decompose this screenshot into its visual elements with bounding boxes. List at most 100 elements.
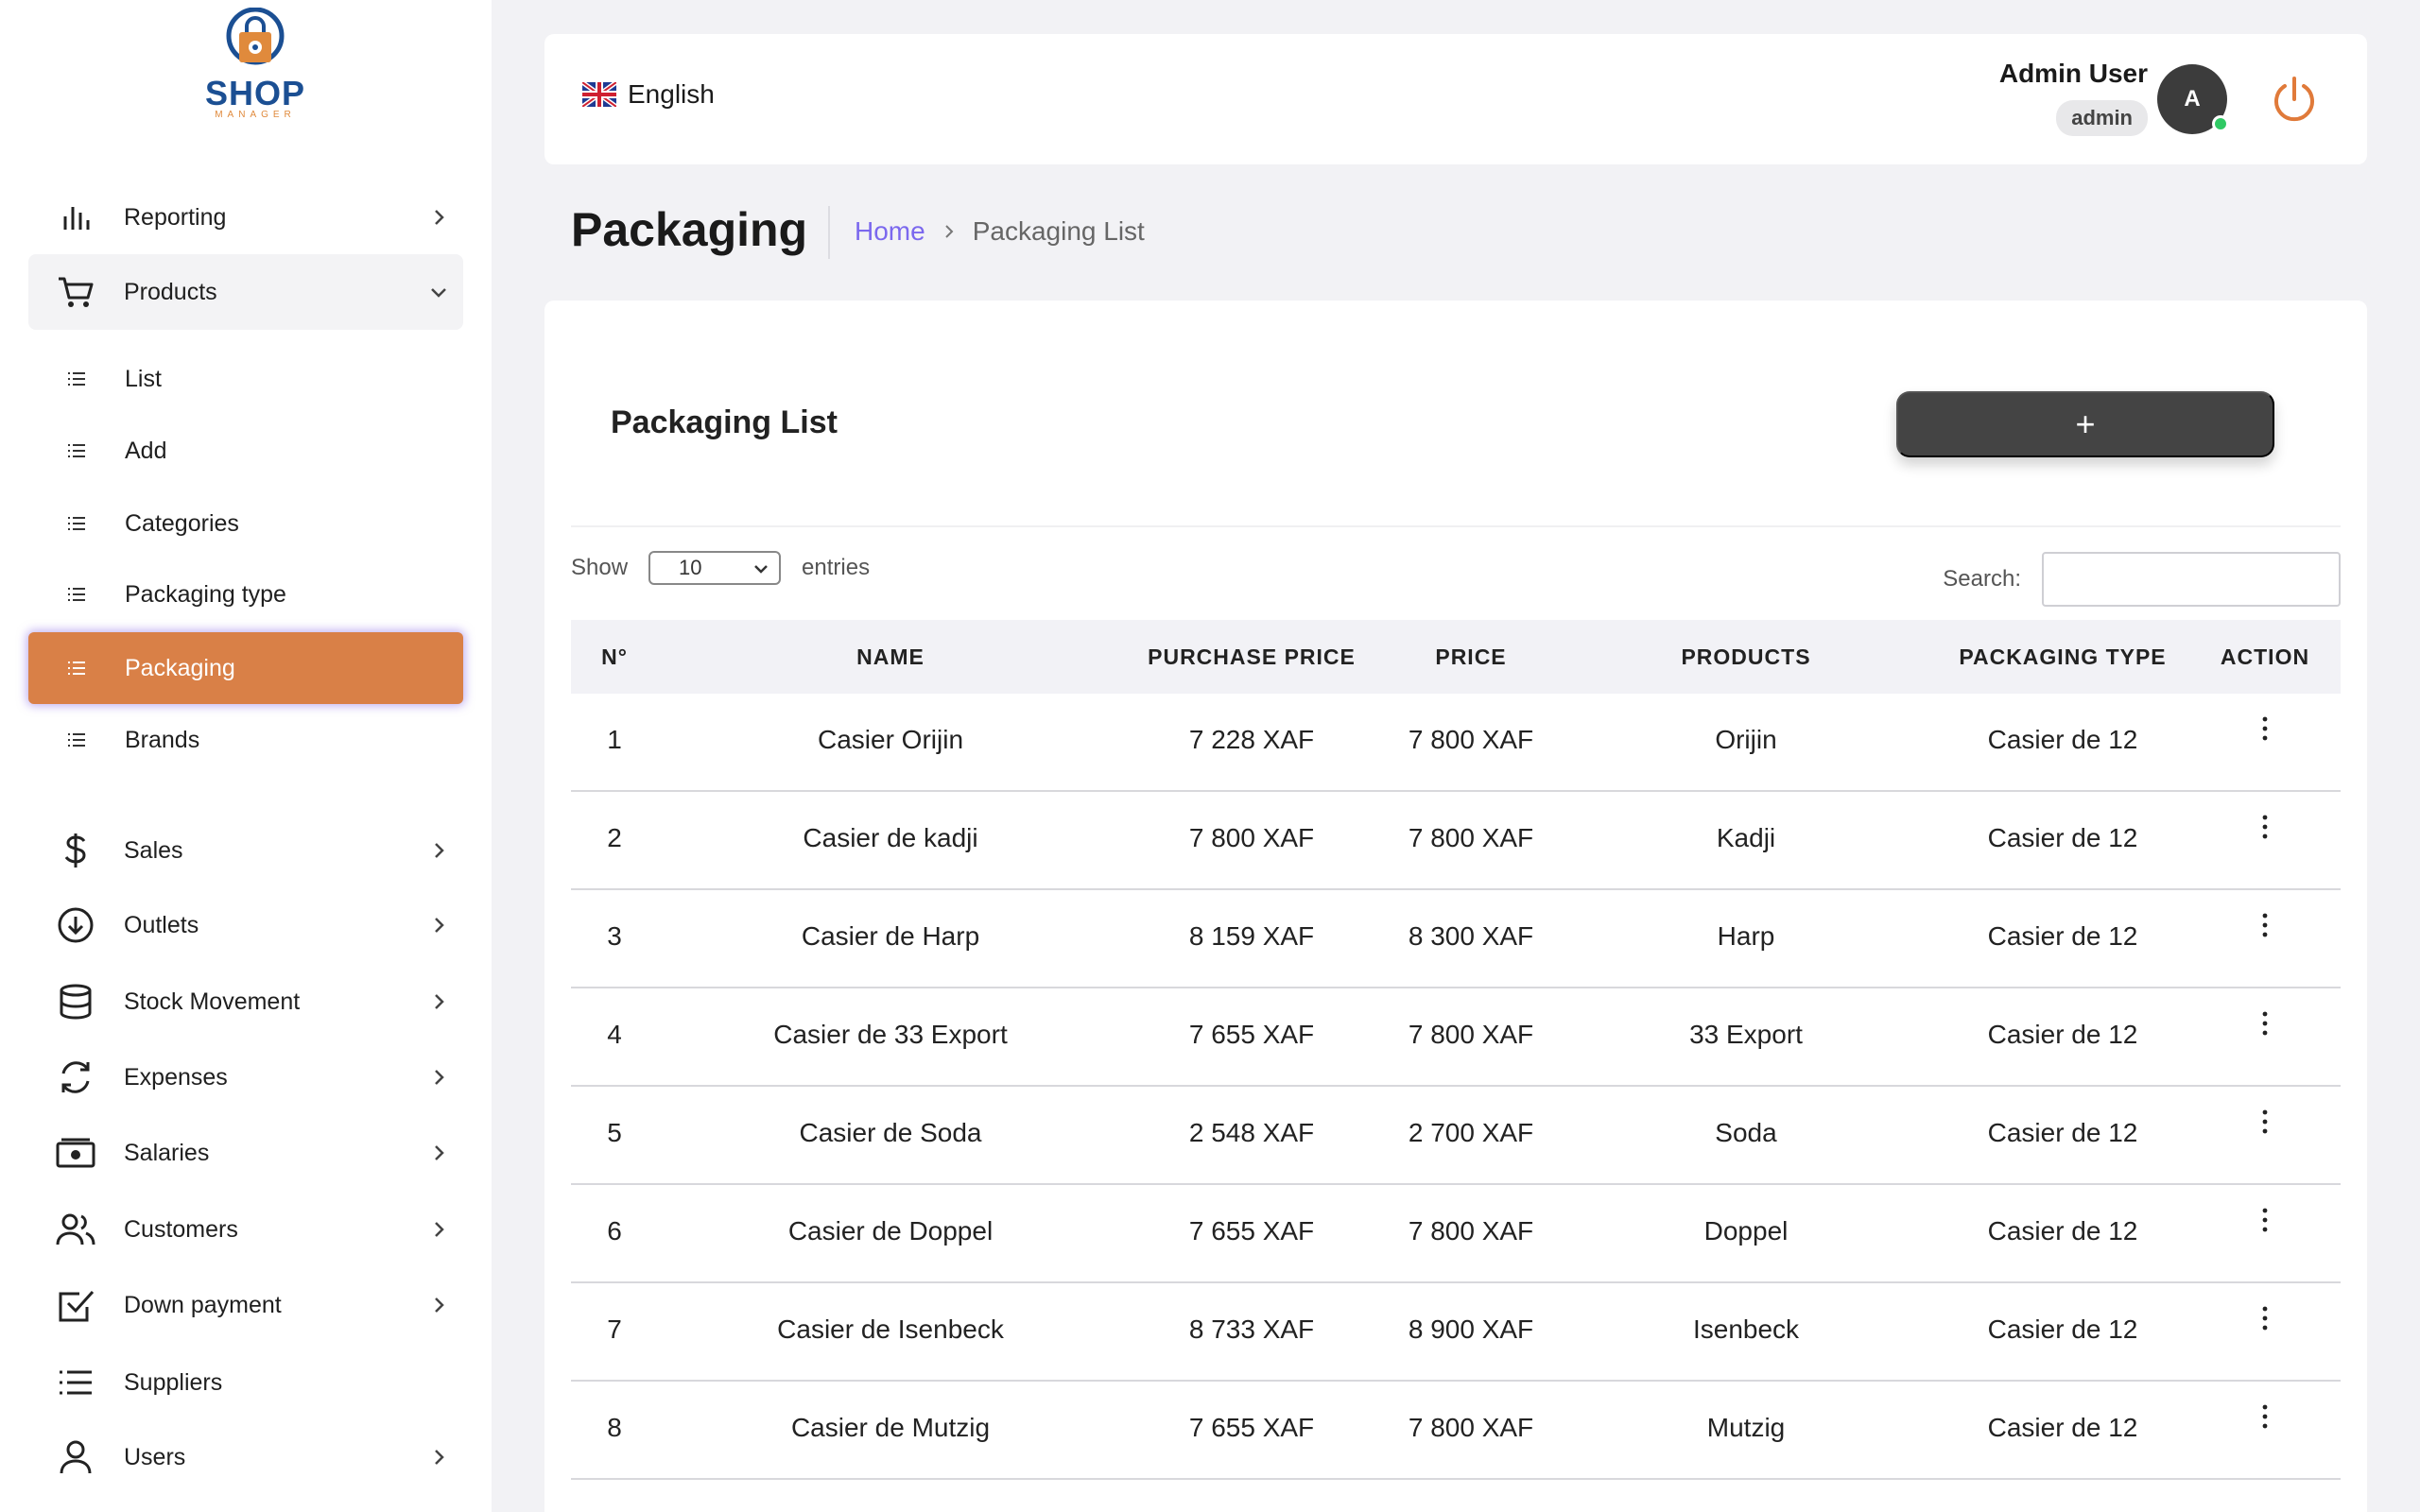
- cell-name: Casier de kadji: [803, 823, 978, 852]
- cell-products: 33 Export: [1689, 1020, 1803, 1049]
- database-icon: [55, 981, 96, 1022]
- column-header-purchase-price[interactable]: PURCHASE PRICE: [1148, 644, 1356, 670]
- sidebar-item-users[interactable]: Users: [28, 1419, 463, 1495]
- more-options-icon[interactable]: [2261, 1108, 2269, 1136]
- dollar-icon: [55, 830, 96, 871]
- power-icon[interactable]: [2269, 74, 2320, 125]
- user-role-badge: admin: [2056, 100, 2148, 136]
- breadcrumb: Home Packaging List: [855, 216, 1145, 247]
- list-icon: [68, 733, 85, 747]
- sidebar-item-label: Expenses: [124, 1063, 228, 1091]
- cell-price: 7 800 XAF: [1408, 1216, 1534, 1246]
- column-header-packaging-type[interactable]: PACKAGING TYPE: [1959, 644, 2166, 670]
- sidebar-item-stock-movement[interactable]: Stock Movement: [28, 964, 463, 1040]
- language-label: English: [628, 79, 715, 109]
- cell-price: 8 300 XAF: [1408, 921, 1534, 951]
- sidebar: SHOP MANAGER Reporting Products List Add…: [0, 0, 492, 1512]
- cell-number: 7: [607, 1314, 622, 1344]
- cell-packaging-type: Casier de 12: [1987, 1216, 2138, 1246]
- chevron-right-icon: [944, 225, 954, 238]
- add-packaging-button[interactable]: +: [1896, 391, 2274, 457]
- breadcrumb-home-link[interactable]: Home: [855, 216, 925, 247]
- sidebar-item-label: Sales: [124, 836, 183, 864]
- cell-number: 1: [607, 725, 622, 754]
- cell-number: 3: [607, 921, 622, 951]
- chevron-right-icon: [435, 918, 444, 933]
- packaging-table: N° NAME PURCHASE PRICE PRICE PRODUCTS PA…: [571, 620, 2341, 1480]
- avatar[interactable]: A: [2157, 64, 2229, 134]
- search-input[interactable]: [2042, 552, 2341, 607]
- table-row[interactable]: 3 Casier de Harp 8 159 XAF 8 300 XAF Harp Cas…: [571, 890, 2341, 988]
- sidebar-item-salaries[interactable]: Salaries: [28, 1115, 463, 1191]
- cell-packaging-type: Casier de 12: [1987, 1413, 2138, 1442]
- show-label: Show: [571, 555, 629, 580]
- sidebar-item-outlets[interactable]: Outlets: [28, 887, 463, 963]
- chevron-right-icon: [435, 1145, 444, 1160]
- sidebar-item-products[interactable]: Products: [28, 254, 463, 330]
- cell-products: Kadji: [1716, 823, 1776, 852]
- cell-packaging-type: Casier de 12: [1987, 1314, 2138, 1344]
- users-icon: [55, 1209, 96, 1250]
- sidebar-item-reporting[interactable]: Reporting: [28, 180, 463, 255]
- sidebar-item-label: Products: [124, 278, 217, 305]
- cell-number: 8: [607, 1413, 622, 1442]
- sidebar-subitem-list[interactable]: List: [28, 343, 463, 415]
- sidebar-item-sales[interactable]: Sales: [28, 813, 463, 888]
- table-row[interactable]: 8 Casier de Mutzig 7 655 XAF 7 800 XAF Mutzi…: [571, 1382, 2341, 1480]
- bar-chart-icon: [55, 197, 96, 238]
- card-divider: [571, 525, 2341, 527]
- column-header-action: ACTION: [2220, 644, 2310, 669]
- column-header-name[interactable]: NAME: [856, 644, 925, 670]
- sidebar-subitem-label: List: [125, 365, 162, 392]
- cell-packaging-type: Casier de 12: [1987, 1020, 2138, 1049]
- sidebar-subitem-packaging[interactable]: Packaging: [28, 632, 463, 704]
- chevron-down-icon: [754, 565, 768, 574]
- logo-text: SHOP: [204, 74, 306, 112]
- table-row[interactable]: 5 Casier de Soda 2 548 XAF 2 700 XAF Soda Cas…: [571, 1087, 2341, 1185]
- sidebar-item-label: Stock Movement: [124, 988, 301, 1015]
- more-options-icon[interactable]: [2261, 1009, 2269, 1038]
- shop-logo[interactable]: SHOP MANAGER: [199, 8, 312, 121]
- table-row[interactable]: 2 Casier de kadji 7 800 XAF 7 800 XAF Kadji C…: [571, 792, 2341, 890]
- table-row[interactable]: 1 Casier Orijin 7 228 XAF 7 800 XAF Orijin Ca…: [571, 694, 2341, 792]
- sidebar-subitem-brands[interactable]: Brands: [28, 704, 463, 776]
- sidebar-subitem-packaging-type[interactable]: Packaging type: [28, 558, 463, 630]
- more-options-icon[interactable]: [2261, 911, 2269, 939]
- more-options-icon[interactable]: [2261, 1402, 2269, 1431]
- sidebar-subitem-add[interactable]: Add: [28, 415, 463, 487]
- table-row[interactable]: 4 Casier de 33 Export 7 655 XAF 7 800 XAF 33…: [571, 988, 2341, 1087]
- more-options-icon[interactable]: [2261, 1206, 2269, 1234]
- entries-select[interactable]: 10: [648, 551, 782, 585]
- table-row[interactable]: 6 Casier de Doppel 7 655 XAF 7 800 XAF Doppe…: [571, 1185, 2341, 1283]
- more-options-icon[interactable]: [2261, 813, 2269, 841]
- sidebar-subitem-label: Packaging: [125, 654, 235, 681]
- chevron-right-icon: [435, 1450, 444, 1465]
- sidebar-item-suppliers[interactable]: Suppliers: [28, 1345, 463, 1420]
- more-options-icon[interactable]: [2261, 1304, 2269, 1332]
- list-icon: [68, 372, 85, 386]
- cash-icon: [55, 1132, 96, 1174]
- column-header-number[interactable]: N°: [601, 644, 628, 670]
- cell-price: 2 700 XAF: [1408, 1118, 1534, 1147]
- sidebar-item-expenses[interactable]: Expenses: [28, 1040, 463, 1115]
- sidebar-item-customers[interactable]: Customers: [28, 1192, 463, 1267]
- packaging-list-card: Packaging List + Show 10 entries Search:…: [544, 301, 2367, 1512]
- language-selector[interactable]: English: [582, 79, 715, 110]
- show-entries-control: Show 10 entries: [571, 551, 870, 585]
- title-divider: [828, 206, 830, 259]
- column-header-price[interactable]: PRICE: [1435, 644, 1506, 670]
- cell-products: Harp: [1717, 921, 1775, 951]
- sidebar-subitem-categories[interactable]: Categories: [28, 488, 463, 559]
- search-control: Search:: [1943, 552, 2341, 607]
- sidebar-item-label: Customers: [124, 1215, 238, 1243]
- chevron-down-icon: [431, 288, 446, 298]
- column-header-products[interactable]: PRODUCTS: [1681, 644, 1810, 670]
- cell-packaging-type: Casier de 12: [1987, 1118, 2138, 1147]
- sidebar-item-down-payment[interactable]: Down payment: [28, 1267, 463, 1343]
- avatar-initial: A: [2184, 86, 2201, 112]
- cell-purchase-price: 2 548 XAF: [1188, 1118, 1315, 1147]
- cell-price: 7 800 XAF: [1408, 725, 1534, 754]
- refresh-icon: [55, 1057, 96, 1098]
- more-options-icon[interactable]: [2261, 714, 2269, 743]
- table-row[interactable]: 7 Casier de Isenbeck 8 733 XAF 8 900 XAF Ise…: [571, 1283, 2341, 1382]
